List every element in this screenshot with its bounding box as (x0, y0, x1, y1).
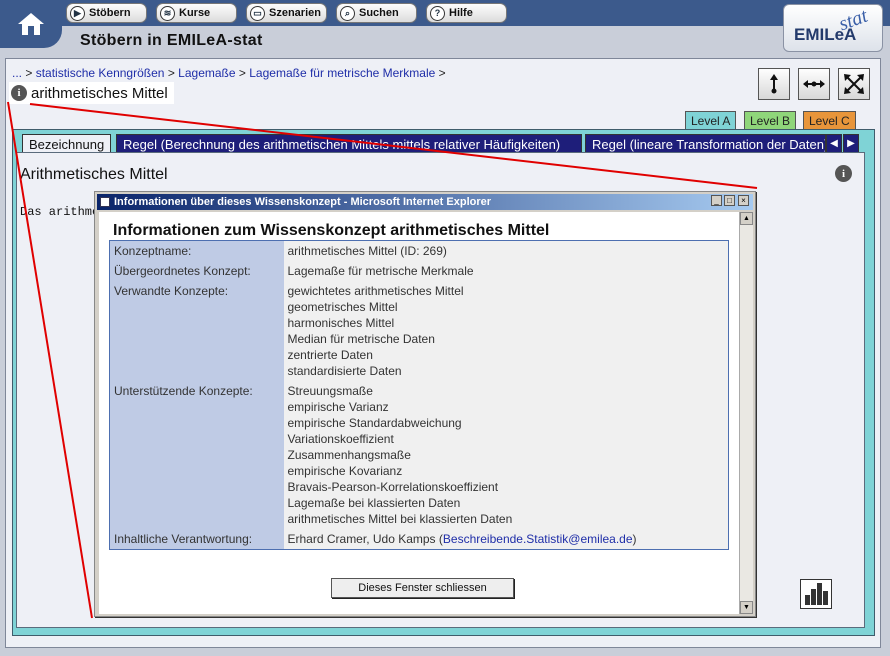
breadcrumb: ... > statistische Kenngrößen > Lagemaße… (12, 66, 446, 80)
supporting-concept: Variationskoeffizient (287, 432, 394, 446)
authors: Erhard Cramer, Udo Kamps (287, 532, 436, 546)
row-value: Erhard Cramer, Udo Kamps (Beschreibende.… (283, 529, 729, 550)
related-concept: harmonisches Mittel (287, 316, 395, 330)
row-key: Inhaltliche Verantwortung: (109, 529, 284, 550)
move-up-button[interactable] (758, 68, 790, 100)
chart-icon[interactable] (800, 579, 832, 609)
supporting-concept: Bravais-Pearson-Korrelationskoeffizient (287, 480, 499, 494)
breadcrumb-item[interactable]: Lagemaße (178, 66, 235, 80)
supporting-concept: empirische Kovarianz (287, 464, 403, 478)
tab-level-c[interactable]: Level C (803, 111, 856, 129)
section-title: Arithmetisches Mittel (20, 166, 168, 183)
nav-szenarien-label: Szenarien (269, 7, 321, 19)
row-values: gewichtetes arithmetisches Mittel geomet… (283, 281, 729, 381)
maximize-button[interactable]: □ (724, 195, 735, 206)
minimize-button[interactable]: _ (711, 195, 722, 206)
breadcrumb-separator: > (238, 66, 246, 80)
concept-title: arithmetisches Mittel (31, 84, 168, 102)
ie-icon (100, 197, 110, 207)
logo-suffix: stat (835, 4, 871, 36)
popup-body: Informationen zum Wissenskonzept arithme… (99, 212, 739, 614)
row-values: Streuungsmaße empirische Varianz empiris… (283, 381, 729, 529)
nav-szenarien-button[interactable]: ▭ Szenarien (246, 3, 327, 23)
horizontal-expand-button[interactable] (798, 68, 830, 100)
tab-regel-lineare-transformation[interactable]: Regel (lineare Transformation der Daten) (585, 134, 826, 153)
nav-kurse-label: Kurse (179, 7, 211, 19)
supporting-concept: Zusammenhangsmaße (287, 448, 411, 462)
search-icon: ⌕ (340, 5, 355, 21)
nav-suchen-button[interactable]: ⌕ Suchen (336, 3, 417, 23)
breadcrumb-item[interactable]: statistische Kenngrößen (36, 66, 165, 80)
play-icon: ▶ (70, 5, 85, 21)
breadcrumb-item[interactable]: Lagemaße für metrische Merkmale (249, 66, 435, 80)
related-concept: gewichtetes arithmetisches Mittel (287, 284, 464, 298)
tab-scroll-right-button[interactable]: ▶ (843, 134, 859, 153)
horizontal-arrows-icon (803, 80, 825, 88)
expand-arrows-icon (844, 74, 864, 94)
nav-hilfe-label: Hilfe (449, 7, 473, 19)
home-button[interactable] (0, 0, 62, 48)
tab-regel-relative-haeufigkeiten[interactable]: Regel (Berechnung des arithmetischen Mit… (116, 134, 582, 153)
info-icon[interactable]: i (11, 85, 27, 101)
vertical-arrow-icon (770, 74, 778, 94)
tab-level-a[interactable]: Level A (685, 111, 737, 129)
concept-heading: i arithmetisches Mittel (9, 82, 174, 104)
nav-kurse-button[interactable]: ≋ Kurse (156, 3, 237, 23)
popup-heading: Informationen zum Wissenskonzept arithme… (113, 222, 550, 239)
supporting-concept: empirische Varianz (287, 400, 389, 414)
section-text: Das arithme (20, 205, 100, 219)
table-row: Konzeptname: arithmetisches Mittel (ID: … (109, 240, 729, 261)
supporting-concept: arithmetisches Mittel bei klassierten Da… (287, 512, 513, 526)
supporting-concept: Streuungsmaße (287, 384, 373, 398)
row-value: arithmetisches Mittel (ID: 269) (283, 240, 729, 261)
supporting-concept: Lagemaße bei klassierten Daten (287, 496, 461, 510)
email-link[interactable]: Beschreibende.Statistik@emilea.de (443, 532, 633, 546)
table-row: Übergeordnetes Konzept: Lagemaße für met… (109, 261, 729, 281)
concept-info-table: Konzeptname: arithmetisches Mittel (ID: … (109, 240, 729, 550)
home-icon (18, 13, 44, 35)
arrow-left-icon: ◀ (830, 138, 838, 149)
related-concept: Median für metrische Daten (287, 332, 435, 346)
scroll-up-icon[interactable]: ▲ (740, 212, 753, 225)
kurse-icon: ≋ (160, 5, 175, 21)
nav-stoebern-button[interactable]: ▶ Stöbern (66, 3, 147, 23)
row-key: Unterstützende Konzepte: (109, 381, 284, 529)
breadcrumb-separator: > (167, 66, 175, 80)
row-key: Konzeptname: (109, 240, 284, 261)
help-icon: ? (430, 5, 445, 21)
page-title: Stöbern in EMILeA-stat (80, 32, 263, 49)
popup-window-title: Informationen über dieses Wissenskonzept… (114, 196, 492, 208)
nav-hilfe-button[interactable]: ? Hilfe (426, 3, 507, 23)
related-concept: standardisierte Daten (287, 364, 402, 378)
scroll-down-icon[interactable]: ▼ (740, 601, 753, 614)
table-row: Inhaltliche Verantwortung: Erhard Cramer… (109, 529, 729, 550)
breadcrumb-separator: > (25, 66, 33, 80)
related-concept: zentrierte Daten (287, 348, 373, 362)
nav-suchen-label: Suchen (359, 7, 399, 19)
breadcrumb-item[interactable]: ... (12, 66, 22, 80)
info-popup-window: Informationen über dieses Wissenskonzept… (94, 191, 756, 617)
supporting-concept: empirische Standardabweichung (287, 416, 462, 430)
szenarien-icon: ▭ (250, 5, 265, 21)
emilea-logo[interactable]: EMILeA stat (783, 4, 883, 52)
close-window-button[interactable]: × (738, 195, 749, 206)
tab-scroll-left-button[interactable]: ◀ (826, 134, 842, 153)
related-concept: geometrisches Mittel (287, 300, 398, 314)
arrow-right-icon: ▶ (847, 138, 855, 149)
tab-level-b[interactable]: Level B (744, 111, 797, 129)
close-popup-button[interactable]: Dieses Fenster schliessen (331, 578, 514, 598)
tab-bezeichnung[interactable]: Bezeichnung (22, 134, 112, 153)
table-row: Verwandte Konzepte: gewichtetes arithmet… (109, 281, 729, 381)
row-key: Übergeordnetes Konzept: (109, 261, 284, 281)
popup-scrollbar[interactable]: ▲ ▼ (739, 212, 753, 614)
row-key: Verwandte Konzepte: (109, 281, 284, 381)
row-value: Lagemaße für metrische Merkmale (283, 261, 729, 281)
expand-all-button[interactable] (838, 68, 870, 100)
table-row: Unterstützende Konzepte: Streuungsmaße e… (109, 381, 729, 529)
info-icon[interactable]: i (835, 165, 852, 182)
paren-close: ) (632, 532, 637, 546)
nav-stoebern-label: Stöbern (89, 7, 131, 19)
popup-titlebar[interactable]: Informationen über dieses Wissenskonzept… (97, 194, 753, 210)
breadcrumb-separator: > (438, 66, 446, 80)
